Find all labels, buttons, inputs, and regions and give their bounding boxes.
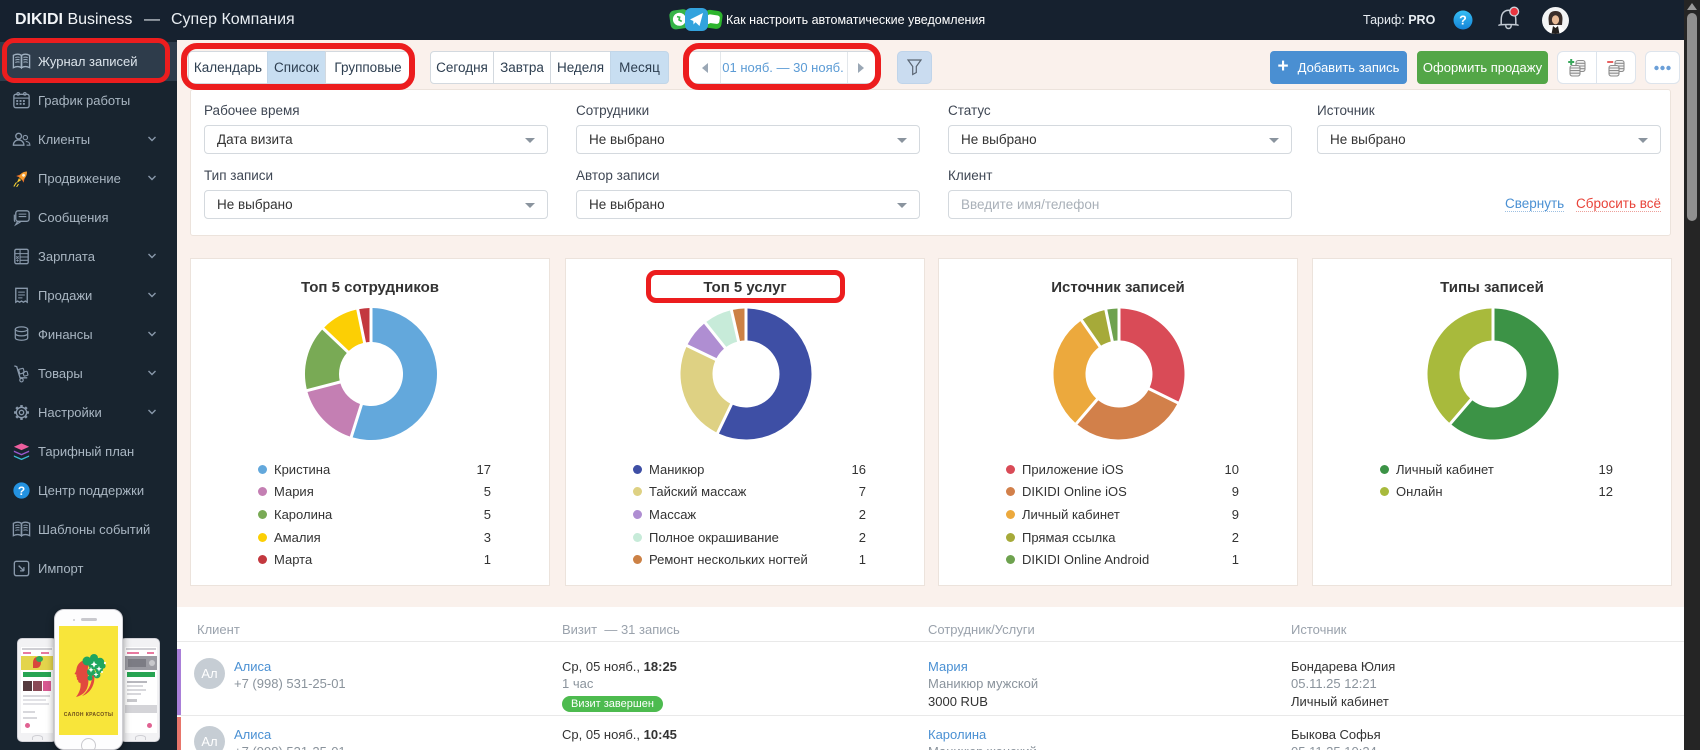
svg-text:?: ?	[18, 484, 25, 498]
svg-text:?: ?	[1459, 14, 1467, 28]
